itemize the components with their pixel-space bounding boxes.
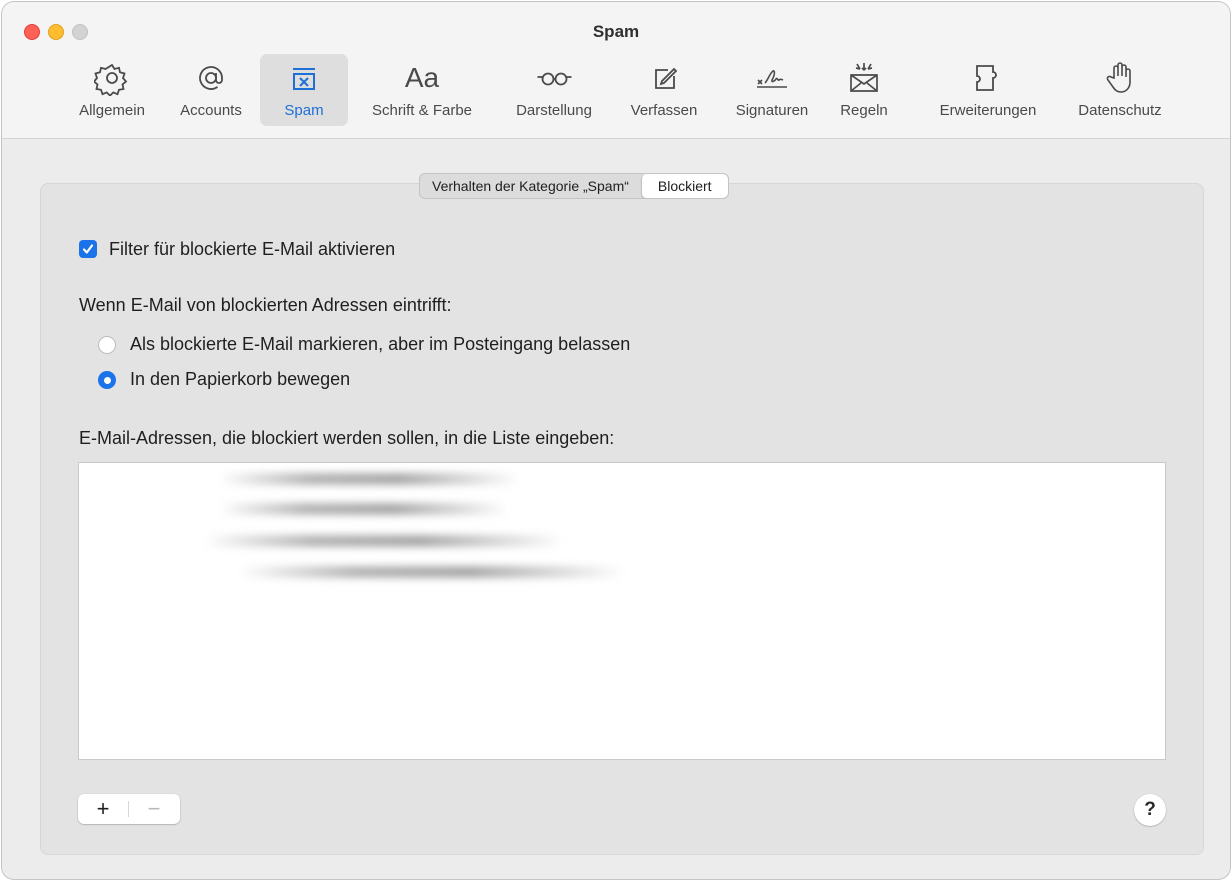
spam-tray-icon [286,60,322,96]
redacted-address[interactable] [219,503,509,515]
blocked-addresses-list[interactable] [78,462,1166,760]
tab-regeln[interactable]: Regeln [832,54,896,126]
incoming-blocked-heading: Wenn E-Mail von blockierten Adressen ein… [79,295,452,315]
tab-darstellung[interactable]: Darstellung [502,54,606,126]
puzzle-icon [970,60,1006,96]
signature-icon [754,60,790,96]
enable-blocked-filter-checkbox[interactable] [79,240,97,258]
radio-move-to-trash-label[interactable]: In den Papierkorb bewegen [130,369,350,390]
blocked-list-label: E-Mail-Adressen, die blockiert werden so… [79,428,615,448]
radio-mark-keep-inbox[interactable] [98,336,116,354]
tab-signaturen[interactable]: Signaturen [720,54,824,126]
rules-envelope-icon [846,60,882,96]
font-glyph: Aa [404,62,440,93]
list-edit-buttons: + − [78,794,180,824]
settings-toolbar: Spam Allgemein Accounts Spam Aa Schrift … [2,2,1230,139]
checkmark-icon [82,244,94,254]
tab-datenschutz[interactable]: Datenschutz [1062,54,1178,126]
window-title: Spam [592,22,640,41]
tab-allgemein[interactable]: Allgemein [64,54,160,126]
redacted-address[interactable] [219,473,519,485]
tab-label: Datenschutz [1078,102,1162,119]
tab-schrift-farbe[interactable]: Aa Schrift & Farbe [354,54,490,126]
add-address-button[interactable]: + [78,794,128,824]
help-button[interactable]: ? [1134,794,1166,826]
mail-settings-window: Spam Allgemein Accounts Spam Aa Schrift … [2,2,1230,879]
tab-label: Verfassen [630,102,698,119]
at-sign-icon [193,60,229,96]
tab-label: Erweiterungen [939,102,1037,119]
segment-spam-behaviour[interactable]: Verhalten der Kategorie „Spam“ [420,174,641,198]
tab-erweiterungen[interactable]: Erweiterungen [922,54,1054,126]
font-icon: Aa [404,60,440,96]
tab-label: Darstellung [516,102,592,119]
tab-spam[interactable]: Spam [260,54,348,126]
redacted-address[interactable] [239,566,624,578]
hand-icon [1102,60,1138,96]
tab-label: Spam [284,102,324,119]
compose-icon [646,60,682,96]
redacted-address[interactable] [204,535,564,547]
glasses-icon [536,60,572,96]
category-segmented-control: Verhalten der Kategorie „Spam“ Blockiert [419,173,729,199]
gear-icon [94,60,130,96]
tab-label: Regeln [840,102,888,119]
tab-label: Accounts [180,102,242,119]
tab-label: Schrift & Farbe [371,102,473,119]
tab-label: Signaturen [735,102,809,119]
enable-blocked-filter-label[interactable]: Filter für blockierte E-Mail aktivieren [109,239,395,260]
radio-move-to-trash[interactable] [98,371,116,389]
tab-verfassen[interactable]: Verfassen [616,54,712,126]
segment-blocked[interactable]: Blockiert [640,174,728,198]
tab-label: Allgemein [79,102,145,119]
remove-address-button[interactable]: − [129,794,179,824]
tab-accounts[interactable]: Accounts [166,54,256,126]
radio-mark-keep-inbox-label[interactable]: Als blockierte E-Mail markieren, aber im… [130,334,630,355]
